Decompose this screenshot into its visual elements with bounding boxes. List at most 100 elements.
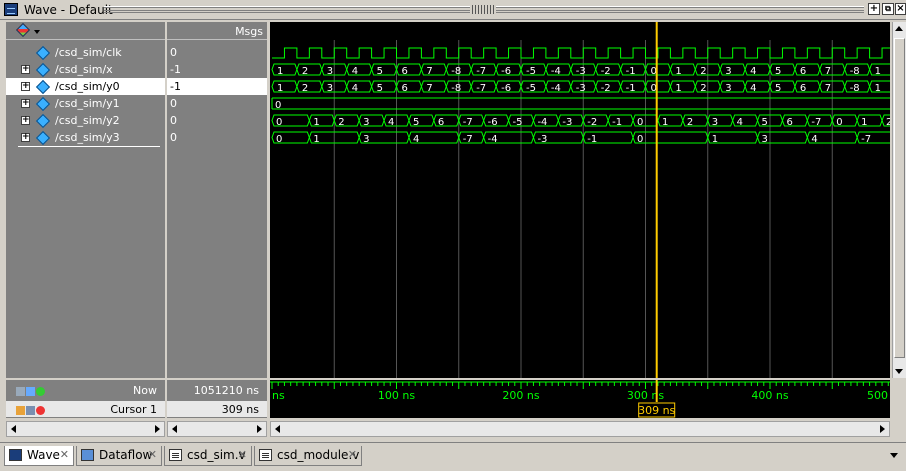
bus-value-label: -4 [551,83,561,94]
bus-value-label: 7 [426,83,432,94]
close-icon[interactable]: ✕ [348,446,357,464]
signal-value-row[interactable]: 0 [167,95,267,112]
names-insertion-line [18,146,160,147]
bus-value-label: -5 [526,83,536,94]
signal-icon [36,46,48,58]
expand-icon[interactable]: + [21,133,30,142]
vertical-scroll-thumb[interactable] [894,38,905,358]
tab-csd-module[interactable]: csd_module.v ✕ [254,446,362,466]
expand-icon[interactable]: + [21,116,30,125]
bus-value-label: 4 [413,134,419,145]
scroll-left-icon[interactable] [11,425,16,433]
scroll-down-icon[interactable] [895,369,903,374]
tab-bar: Wave ✕ Dataflow ✕ csd_sim.v ✕ csd_module… [0,442,906,471]
bus-value-label: -7 [861,134,871,145]
bus-value-label: -8 [451,83,461,94]
bus-value-label: 0 [836,117,842,128]
undock-icon[interactable]: ⧉ [882,3,894,15]
cursor-value-row[interactable]: 309 ns [167,401,267,417]
signal-value-row[interactable]: 0 [167,112,267,129]
y1-waveform[interactable]: 0 [271,97,890,111]
scroll-left-icon[interactable] [172,425,177,433]
expand-icon[interactable]: + [21,82,30,91]
scroll-up-icon[interactable] [895,26,903,31]
bus-value-label: 1 [277,66,283,77]
cursor-row[interactable]: Cursor 1 [6,401,165,417]
title-grip-right[interactable] [496,6,864,13]
bus-value-label: 3 [327,66,333,77]
waveform-pane[interactable]: 1 2 3 4 5 6 7 -8 -7 -6 -5 -4 -3 -2 -1 0 1 2 3 4 5 6 7 -8 1 1 2 3 4 5 6… [270,22,890,378]
waveform-canvas[interactable]: 1 2 3 4 5 6 7 -8 -7 -6 -5 -4 -3 -2 -1 0 1 2 3 4 5 6 7 -8 1 1 2 3 4 5 6… [270,22,890,378]
bus-segment [719,80,746,93]
signal-value-row[interactable]: 0 [167,129,267,146]
signal-names-pane[interactable]: /csd_sim/clk + /csd_sim/x + /csd_sim/y0 + /csd… [6,22,165,378]
add-icon[interactable]: + [868,3,880,15]
delete-cursor-icon[interactable] [26,386,35,396]
tab-csd-sim[interactable]: csd_sim.v ✕ [164,446,252,466]
signal-icon [36,97,48,109]
tab-dataflow[interactable]: Dataflow ✕ [76,446,162,466]
bus-value-label: 6 [402,66,408,77]
y0-waveform[interactable]: 1 2 3 4 5 6 7 -8 -7 -6 -5 -4 -3 -2 -1 0 1 2 3 4 5 6 7 -8 1 [271,80,890,94]
tab-wave[interactable]: Wave ✕ [4,446,74,466]
bus-segment [632,131,709,144]
time-axis-pane[interactable]: ns 100 ns 200 ns 300 ns 400 ns 500 309 ns [270,380,890,418]
bus-value-label: -4 [488,134,498,145]
add-cursor-icon[interactable] [36,386,45,396]
bus-segment [420,63,447,76]
wave-format-icon[interactable] [15,22,40,38]
scroll-right-icon[interactable] [257,425,262,433]
bus-segment [744,80,771,93]
bus-segment [420,80,447,93]
signal-value-row[interactable]: -1 [167,78,267,95]
signal-row[interactable]: + /csd_sim/y3 [6,129,165,146]
clk-waveform[interactable] [272,47,890,59]
bus-value-label: 7 [825,83,831,94]
bus-segment [371,80,398,93]
close-icon[interactable]: ✕ [238,446,247,464]
signal-row[interactable]: + /csd_sim/y2 [6,112,165,129]
cursor-toolbar [16,403,46,416]
bus-value-label: -1 [612,117,622,128]
tab-list-dropdown-icon[interactable] [890,453,898,458]
y2-waveform[interactable]: 0 1 2 3 4 5 6 -7 -6 -5 -4 -3 -2 -1 0 1 2 3 4 5 6 -7 0 1 2 [271,114,890,128]
wrench-icon[interactable] [26,405,35,415]
title-grip-handle[interactable] [472,5,494,14]
close-icon[interactable]: × [895,3,906,15]
expand-icon[interactable]: + [21,99,30,108]
waveform-vertical-scrollbar[interactable] [892,22,906,378]
names-horizontal-scrollbar[interactable] [6,421,165,437]
remove-cursor-icon[interactable] [36,405,45,415]
values-horizontal-scrollbar[interactable] [167,421,267,437]
bus-value-label: 3 [712,117,718,128]
close-icon[interactable]: ✕ [60,446,69,464]
title-bar[interactable]: Wave - Default + ⧉ × [0,0,906,20]
signal-row[interactable]: /csd_sim/clk [6,44,165,61]
x-waveform[interactable]: 1 2 3 4 5 6 7 -8 -7 -6 -5 -4 -3 -2 -1 0 1 2 3 4 5 6 7 -8 1 [271,63,890,77]
bus-segment [346,63,373,76]
signal-values-pane[interactable]: Msgs 0 -1 -1 0 0 0 [167,22,267,378]
scroll-right-icon[interactable] [155,425,160,433]
close-icon[interactable]: ✕ [148,446,157,464]
bus-value-label: 2 [687,117,693,128]
lock-icon[interactable] [16,405,25,415]
scroll-right-icon[interactable] [880,425,885,433]
signal-row[interactable]: + /csd_sim/x [6,61,165,78]
cursor-strip [270,402,890,418]
bus-value-label: 1 [313,134,319,145]
expand-icon[interactable]: + [21,65,30,74]
scroll-left-icon[interactable] [275,425,280,433]
waveform-horizontal-scrollbar[interactable] [270,421,890,437]
bus-value-label: -7 [476,66,486,77]
y3-waveform[interactable]: 0 1 3 4 -7 -4 -3 -1 0 1 3 4 -7 [271,131,890,145]
title-grip-left[interactable] [104,6,470,13]
insert-cursor-icon[interactable] [16,386,25,396]
time-axis[interactable]: ns 100 ns 200 ns 300 ns 400 ns 500 309 ns [270,380,890,418]
signal-row[interactable]: + /csd_sim/y0 [6,78,165,95]
signal-value-row[interactable]: -1 [167,61,267,78]
bus-value-label: 3 [725,83,731,94]
file-icon [259,449,272,461]
signal-row[interactable]: + /csd_sim/y1 [6,95,165,112]
signal-value-row[interactable]: 0 [167,44,267,61]
bus-value-label: -5 [526,66,536,77]
